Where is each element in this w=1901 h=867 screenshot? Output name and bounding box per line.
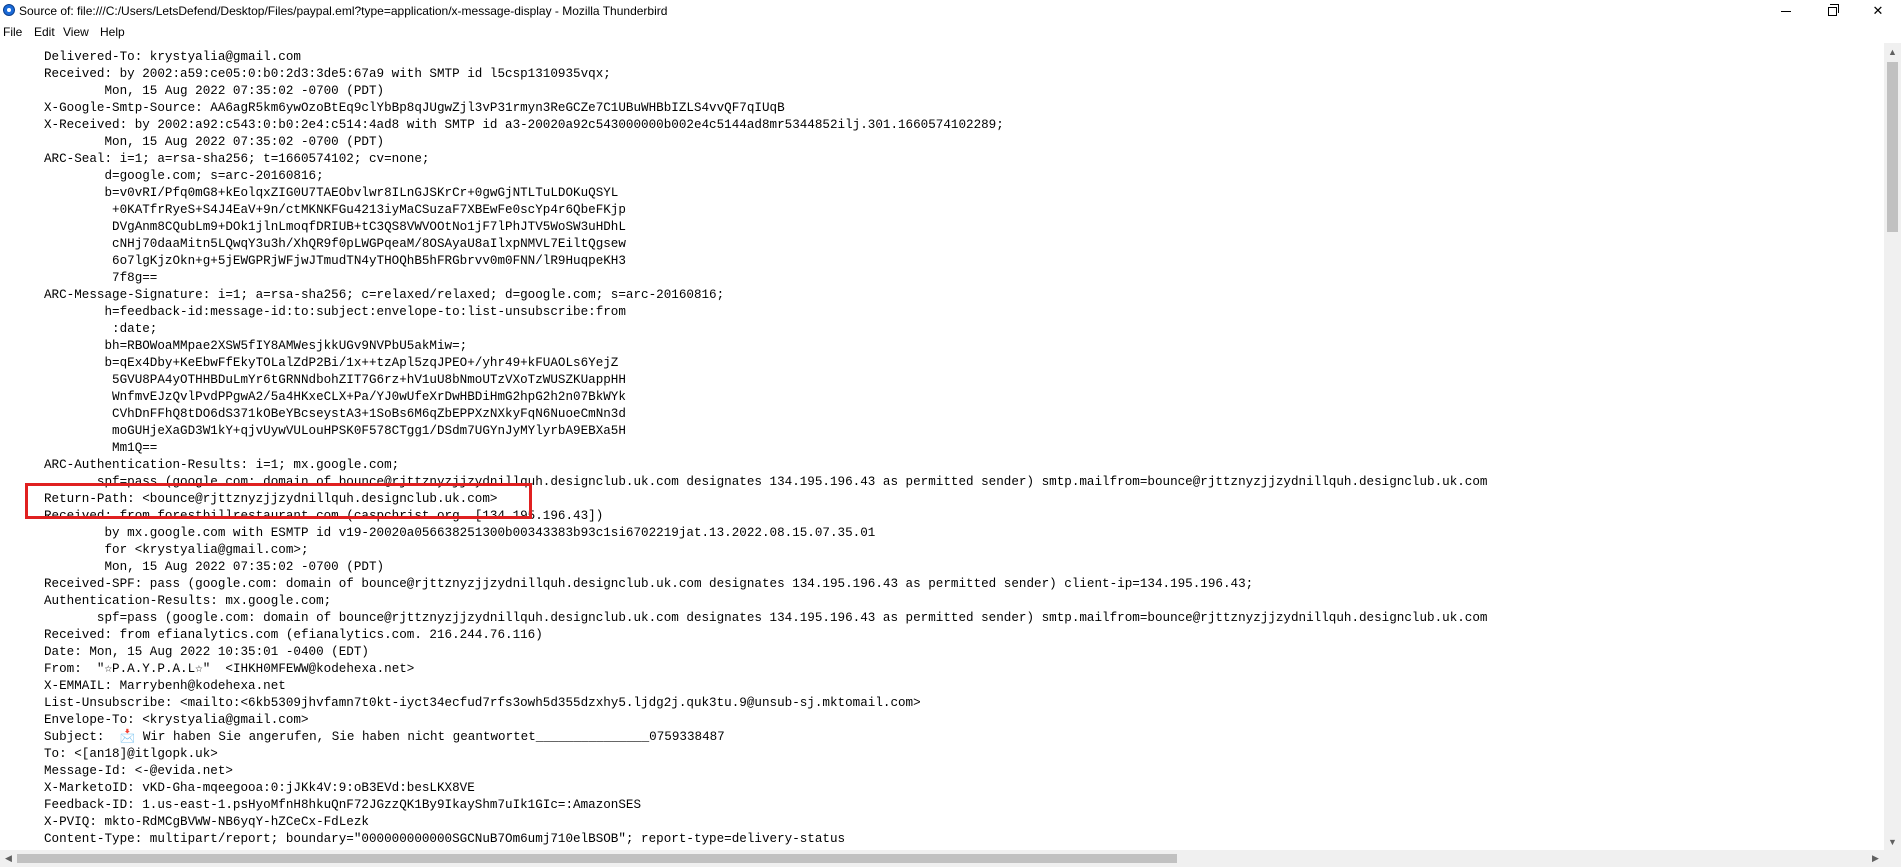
source-line: Mon, 15 Aug 2022 07:35:02 -0700 (PDT)	[44, 84, 385, 98]
source-line: +0KATfrRyeS+S4J4EaV+9n/ctMKNKFGu4213iyMa…	[44, 203, 626, 217]
source-line: Subject: 📩 Wir haben Sie angerufen, Sie …	[44, 730, 725, 744]
source-line: List-Unsubscribe: <mailto:<6kb5309jhvfam…	[44, 696, 921, 710]
menu-edit[interactable]: Edit	[34, 25, 55, 39]
source-line: b=qEx4Dby+KeEbwFfEkyTOLalZdP2Bi/1x++tzAp…	[44, 356, 619, 370]
chevron-left-icon[interactable]: ◀	[0, 850, 17, 867]
source-line: Date: Mon, 15 Aug 2022 10:35:01 -0400 (E…	[44, 645, 369, 659]
chevron-up-icon[interactable]: ▲	[1884, 43, 1901, 60]
chevron-right-icon[interactable]: ▶	[1867, 850, 1884, 867]
window-title: Source of: file:///C:/Users/LetsDefend/D…	[19, 4, 668, 18]
source-line: d=google.com; s=arc-20160816;	[44, 169, 324, 183]
message-source-view[interactable]: Delivered-To: krystyalia@gmail.com Recei…	[0, 43, 1884, 850]
maximize-button[interactable]	[1809, 0, 1855, 22]
source-line: cNHj70daaMitn5LQwqY3u3h/XhQR9f0pLWGPqeaM…	[44, 237, 626, 251]
source-line: bh=RBOWoaMMpae2XSW5fIY8AMWesjkkUGv9NVPbU…	[44, 339, 468, 353]
source-line: DVgAnm8CQubLm9+DOk1jlnLmoqfDRIUB+tC3QS8V…	[44, 220, 626, 234]
source-line: ARC-Seal: i=1; a=rsa-sha256; t=166057410…	[44, 152, 430, 166]
source-line: 6o7lgKjzOkn+g+5jEWGPRjWFjwJTmudTN4yTHOQh…	[44, 254, 626, 268]
source-line: ARC-Authentication-Results: i=1; mx.goog…	[44, 458, 400, 472]
title-bar: Source of: file:///C:/Users/LetsDefend/D…	[0, 0, 1901, 22]
source-line: WnfmvEJzQvlPvdPPgwA2/5a4HKxeCLX+Pa/YJ0wU…	[44, 390, 626, 404]
close-button[interactable]: ✕	[1855, 0, 1901, 22]
scrollbar-corner	[1884, 850, 1901, 867]
source-line: X-Received: by 2002:a92:c543:0:b0:2e4:c5…	[44, 118, 1004, 132]
horizontal-scroll-thumb[interactable]	[17, 854, 1177, 863]
source-line: Received: from efianalytics.com (efianal…	[44, 628, 543, 642]
source-line: Delivered-To: krystyalia@gmail.com	[44, 50, 301, 64]
source-line: moGUHjeXaGD3W1kY+qjvUywVULouHPSK0F578CTg…	[44, 424, 626, 438]
minimize-button[interactable]	[1763, 0, 1809, 22]
source-line: From: "☆P.A.Y.P.A.L☆" <IHKH0MFEWW@kodehe…	[44, 662, 415, 676]
restore-icon	[1827, 3, 1839, 16]
source-line: Envelope-To: <krystyalia@gmail.com>	[44, 713, 309, 727]
source-line: ARC-Message-Signature: i=1; a=rsa-sha256…	[44, 288, 725, 302]
source-line: Mon, 15 Aug 2022 07:35:02 -0700 (PDT)	[44, 560, 385, 574]
vertical-scroll-thumb[interactable]	[1887, 62, 1898, 232]
menu-help[interactable]: Help	[100, 25, 125, 39]
thunderbird-icon	[3, 4, 15, 16]
source-line: b=v0vRI/Pfq0mG8+kEolqxZIG0U7TAEObvlwr8IL…	[44, 186, 619, 200]
source-line: :date;	[44, 322, 158, 336]
source-line: X-PVIQ: mkto-RdMCgBVWW-NB6yqY-hZCeCx-FdL…	[44, 815, 369, 829]
source-line: 7f8g==	[44, 271, 158, 285]
source-line: h=feedback-id:message-id:to:subject:enve…	[44, 305, 626, 319]
source-line: spf=pass (google.com: domain of bounce@r…	[44, 475, 1488, 489]
source-line: To: <[an18]@itlgopk.uk>	[44, 747, 218, 761]
chevron-down-icon[interactable]: ▼	[1884, 833, 1901, 850]
source-line: Mm1Q==	[44, 441, 158, 455]
source-line: X-MarketoID: vKD-Gha-mqeegooa:0:jJKk4V:9…	[44, 781, 475, 795]
source-line: CVhDnFFhQ8tDO6dS371kOBeYBcseystA3+1SoBs6…	[44, 407, 626, 421]
source-line: X-EMMAIL: Marrybenh@kodehexa.net	[44, 679, 286, 693]
source-line: Content-Type: multipart/report; boundary…	[44, 832, 846, 846]
menu-bar: File Edit View Help	[0, 22, 1901, 43]
source-line: spf=pass (google.com: domain of bounce@r…	[44, 611, 1488, 625]
source-line: Message-Id: <-@evida.net>	[44, 764, 233, 778]
source-line: Mon, 15 Aug 2022 07:35:02 -0700 (PDT)	[44, 135, 385, 149]
close-icon: ✕	[1872, 3, 1884, 18]
source-line: for <krystyalia@gmail.com>;	[44, 543, 309, 557]
source-line: by mx.google.com with ESMTP id v19-20020…	[44, 526, 876, 540]
horizontal-scrollbar[interactable]: ◀ ▶	[0, 850, 1884, 867]
source-line: Authentication-Results: mx.google.com;	[44, 594, 332, 608]
source-line: Received: by 2002:a59:ce05:0:b0:2d3:3de5…	[44, 67, 611, 81]
source-line: X-Google-Smtp-Source: AA6agR5km6ywOzoBtE…	[44, 101, 785, 115]
menu-view[interactable]: View	[63, 25, 89, 39]
source-line: Received: from forestbillrestaurant.com …	[44, 509, 604, 523]
source-line: 5GVU8PA4yOTHHBDuLmYr6tGRNNdbohZIT7G6rz+h…	[44, 373, 626, 387]
message-source-text: Delivered-To: krystyalia@gmail.com Recei…	[44, 49, 1487, 848]
vertical-scrollbar[interactable]: ▲ ▼	[1884, 43, 1901, 850]
minimize-icon	[1781, 10, 1791, 12]
source-line: Return-Path: <bounce@rjttznyzjjzydnillqu…	[44, 492, 498, 506]
source-line: Feedback-ID: 1.us-east-1.psHyoMfnH8hkuQn…	[44, 798, 642, 812]
source-line: Received-SPF: pass (google.com: domain o…	[44, 577, 1254, 591]
menu-file[interactable]: File	[3, 25, 22, 39]
